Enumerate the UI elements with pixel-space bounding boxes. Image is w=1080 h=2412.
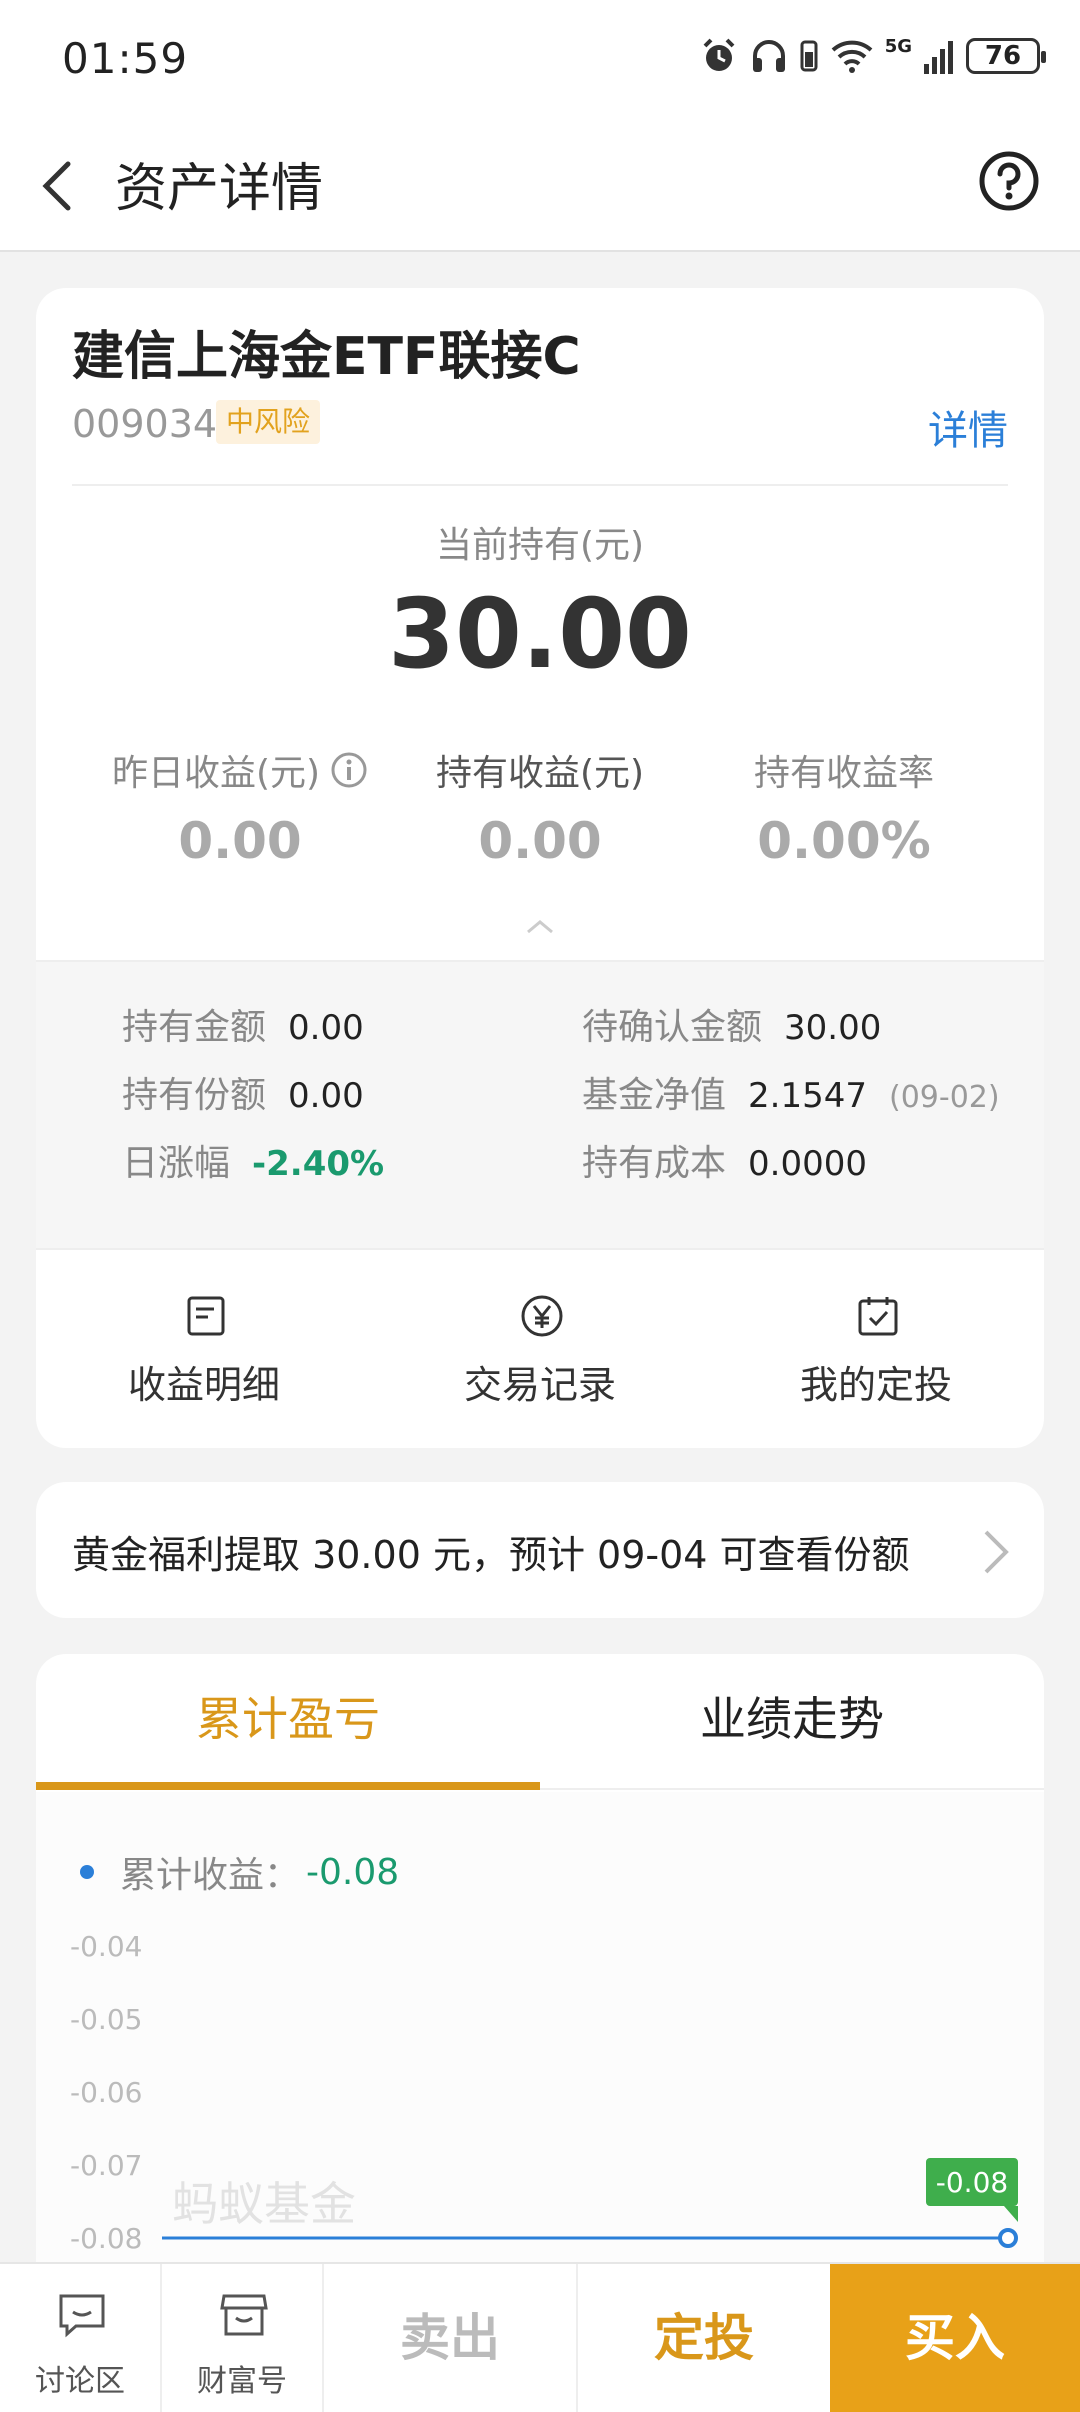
action-label: 我的定投 xyxy=(799,1363,952,1407)
bottom-bar: 讨论区 财富号 卖出 定投 买入 xyxy=(0,2262,1080,2412)
page-title: 资产详情 xyxy=(115,159,324,219)
legend-label: 累计收益： xyxy=(120,1855,301,1896)
detail-hold-cost: 持有成本 0.0000 xyxy=(582,1134,867,1186)
detail-key: 基金净值 xyxy=(582,1075,727,1116)
holding-label: 当前持有(元) xyxy=(435,525,645,566)
detail-daily-change: 日涨幅 -2.40% xyxy=(122,1134,384,1186)
wealth-button[interactable]: 财富号 xyxy=(162,2264,324,2412)
stat-value: 0.00 xyxy=(478,812,602,870)
status-bar: 01:59 5G 76 xyxy=(0,0,1080,120)
detail-hold-amount: 持有金额 0.00 xyxy=(122,998,364,1050)
detail-value: 0.00 xyxy=(288,1076,364,1116)
signal-icon xyxy=(924,41,953,74)
battery-level: 76 xyxy=(984,41,1022,71)
discussion-button[interactable]: 讨论区 xyxy=(0,2264,162,2412)
chat-bubble-icon xyxy=(59,2294,105,2338)
dingtou-button[interactable]: 定投 xyxy=(578,2264,830,2412)
y-tick-label: -0.07 xyxy=(70,2149,142,2182)
collapse-caret-icon[interactable] xyxy=(522,916,558,936)
chart-watermark: 蚂蚁基金 xyxy=(172,2177,356,2231)
stat-label: 持有收益(元) xyxy=(435,753,645,794)
stat-holding-profit: 持有收益(元) 0.00 xyxy=(372,744,708,870)
end-value-label: -0.08 xyxy=(936,2166,1008,2199)
detail-key: 待确认金额 xyxy=(582,1007,763,1048)
action-profit-detail[interactable]: 收益明细 xyxy=(36,1250,372,1448)
discussion-label: 讨论区 xyxy=(35,2364,125,2399)
detail-key: 持有金额 xyxy=(122,1007,267,1048)
fund-detail-link[interactable]: 详情 xyxy=(928,398,1008,456)
wealth-label: 财富号 xyxy=(197,2364,287,2399)
stat-value: 0.00 xyxy=(178,812,302,870)
headphones-icon xyxy=(752,40,785,72)
detail-value: 2.1547 xyxy=(748,1076,867,1116)
detail-key: 持有份额 xyxy=(122,1075,267,1116)
buy-button[interactable]: 买入 xyxy=(830,2264,1080,2412)
notice-card[interactable]: 黄金福利提取 30.00 元，预计 09-04 可查看份额 xyxy=(36,1482,1044,1618)
legend-value: -0.08 xyxy=(306,1851,400,1893)
action-row: 收益明细 交易记录 我的定投 xyxy=(36,1250,1044,1448)
info-icon[interactable] xyxy=(330,751,368,789)
help-icon[interactable] xyxy=(978,150,1040,212)
detail-value: 0.00 xyxy=(288,1008,364,1048)
divider xyxy=(72,484,1008,486)
chart-legend: 累计收益： -0.08 xyxy=(80,1846,399,1898)
notice-text: 黄金福利提取 30.00 元，预计 09-04 可查看份额 xyxy=(72,1533,910,1577)
action-trade-records[interactable]: 交易记录 xyxy=(372,1250,708,1448)
yen-coin-icon xyxy=(521,1295,563,1337)
detail-value: -2.40% xyxy=(252,1144,385,1184)
fund-code: 009034 xyxy=(72,402,218,446)
tab-cumulative-profit[interactable]: 累计盈亏 xyxy=(36,1654,540,1790)
tab-underline xyxy=(36,1782,540,1790)
risk-badge: 中风险 xyxy=(216,400,321,444)
chart-tabs: 累计盈亏 业绩走势 xyxy=(36,1654,1044,1790)
status-time: 01:59 xyxy=(62,34,189,83)
detail-value: 30.00 xyxy=(784,1008,882,1048)
series-end-point xyxy=(998,2228,1018,2248)
calendar-check-icon xyxy=(858,1297,898,1336)
back-icon[interactable] xyxy=(36,156,86,216)
action-label: 收益明细 xyxy=(127,1363,280,1407)
nav-date: (09-02) xyxy=(888,1080,1000,1115)
stat-label: 持有收益率 xyxy=(753,753,934,794)
detail-nav-value: 基金净值 2.1547 (09-02) xyxy=(582,1066,1000,1118)
wifi-icon xyxy=(831,40,873,73)
holding-details-panel: 持有金额 0.00 待确认金额 30.00 持有份额 0.00 基金净值 2.1… xyxy=(36,960,1044,1250)
y-tick-label: -0.08 xyxy=(70,2222,142,2255)
phone-battery-icon xyxy=(800,40,818,72)
asset-card: 建信上海金ETF联接C 009034 中风险 详情 当前持有(元) 30.00 … xyxy=(36,288,1044,1448)
document-icon xyxy=(187,1296,225,1336)
action-label: 交易记录 xyxy=(463,1363,616,1407)
end-value-badge-tail xyxy=(1004,2206,1018,2222)
sell-button[interactable]: 卖出 xyxy=(324,2264,578,2412)
tab-performance-trend[interactable]: 业绩走势 xyxy=(540,1654,1044,1790)
battery-indicator: 76 xyxy=(966,38,1046,74)
stat-holding-rate: 持有收益率 0.00% xyxy=(676,744,1012,870)
network-label: 5G xyxy=(884,35,912,57)
detail-key: 持有成本 xyxy=(582,1143,727,1184)
alarm-icon xyxy=(703,38,735,71)
fund-name: 建信上海金ETF联接C xyxy=(72,327,581,387)
detail-value: 0.0000 xyxy=(748,1144,867,1184)
shop-icon xyxy=(220,2294,268,2336)
stat-value: 0.00% xyxy=(757,812,931,870)
y-tick-label: -0.06 xyxy=(70,2076,142,2109)
status-icons: 5G 76 xyxy=(699,35,1046,76)
y-tick-label: -0.05 xyxy=(70,2003,142,2036)
detail-pending-amount: 待确认金额 30.00 xyxy=(582,998,881,1050)
action-my-dingtou[interactable]: 我的定投 xyxy=(708,1250,1044,1448)
y-tick-label: -0.04 xyxy=(70,1930,142,1963)
chevron-right-icon xyxy=(984,1530,1009,1574)
stat-label: 昨日收益(元) xyxy=(111,753,321,794)
detail-hold-shares: 持有份额 0.00 xyxy=(122,1066,364,1118)
nav-bar: 资产详情 xyxy=(0,120,1080,252)
detail-key: 日涨幅 xyxy=(122,1143,231,1184)
legend-dot xyxy=(80,1865,94,1879)
holding-value: 30.00 xyxy=(388,578,692,690)
stat-yesterday-profit: 昨日收益(元) 0.00 xyxy=(72,744,408,870)
